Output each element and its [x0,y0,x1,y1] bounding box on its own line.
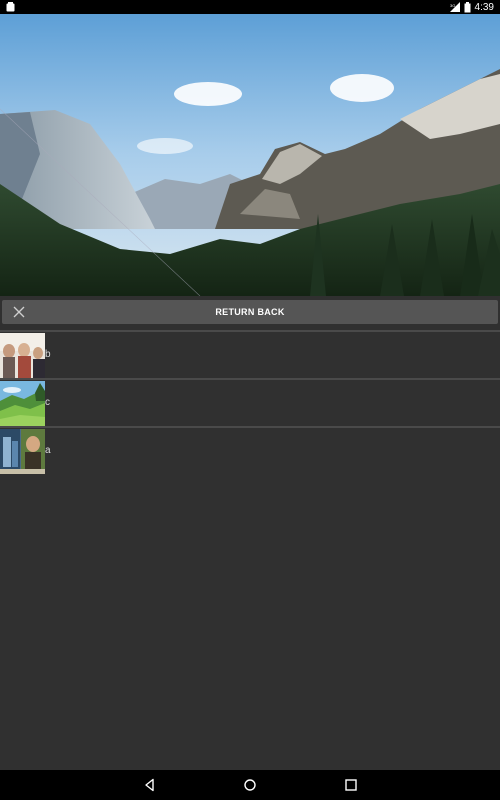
return-back-button[interactable]: RETURN BACK [2,300,498,324]
status-bar: 3G 4:39 [0,0,500,14]
album-name: b [45,349,51,360]
home-icon[interactable] [243,778,257,792]
album-thumbnail [0,333,45,378]
signal-label: 3G [450,3,455,8]
album-list: b c a [0,330,500,474]
list-item[interactable]: b [0,330,500,378]
notification-icon [6,2,15,12]
signal-icon: 3G [449,2,460,12]
back-icon[interactable] [143,778,157,792]
battery-icon [464,1,471,12]
album-thumbnail [0,429,45,474]
album-name: c [45,397,50,408]
navigation-bar [0,770,500,800]
list-item[interactable]: a [0,426,500,474]
close-icon [13,306,25,318]
clock: 4:39 [474,1,494,13]
preview-image [0,14,500,296]
recents-icon[interactable] [344,778,358,792]
list-item[interactable]: c [0,378,500,426]
return-back-label: RETURN BACK [215,307,285,317]
album-thumbnail [0,381,45,426]
album-name: a [45,445,51,456]
